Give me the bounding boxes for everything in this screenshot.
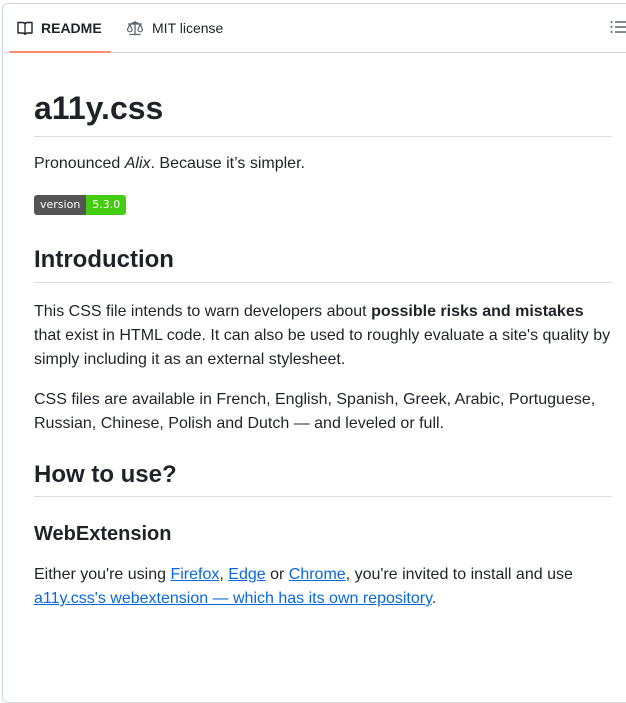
- readme-tab-bar: README MIT license: [3, 4, 626, 53]
- outline-toggle-button[interactable]: [609, 18, 626, 38]
- pronounced-suffix: . Because it’s simpler.: [150, 155, 305, 172]
- how-to-use-divider: [34, 496, 612, 497]
- link-chrome[interactable]: Chrome: [289, 566, 346, 583]
- link-firefox[interactable]: Firefox: [170, 566, 219, 583]
- intro-paragraph-2: CSS files are available in French, Engli…: [34, 391, 596, 432]
- law-scale-icon: [126, 20, 144, 36]
- badge-label: version: [34, 195, 87, 215]
- heading-introduction: Introduction: [34, 246, 174, 273]
- link-edge[interactable]: Edge: [228, 566, 265, 583]
- readme-title: a11y.css: [34, 90, 164, 126]
- tab-readme[interactable]: README: [17, 4, 102, 52]
- badge-value: 5.3.0: [86, 195, 127, 215]
- version-badge[interactable]: version 5.3.0: [34, 195, 127, 215]
- webext-comma: ,: [219, 566, 229, 583]
- tab-readme-label: README: [41, 20, 102, 36]
- book-icon: [17, 20, 33, 36]
- tab-license[interactable]: MIT license: [126, 4, 223, 52]
- intro-paragraph-1: This CSS file intends to warn developers…: [34, 300, 614, 372]
- link-webextension-repo[interactable]: a11y.css's webextension — which has its …: [34, 590, 432, 607]
- webext-period: .: [431, 590, 437, 607]
- title-divider: [34, 136, 612, 137]
- pronounced-prefix: Pronounced: [34, 155, 125, 172]
- tab-license-label: MIT license: [152, 20, 224, 36]
- heading-webextension: WebExtension: [34, 523, 172, 545]
- introduction-divider: [34, 282, 612, 283]
- intro-p1-bold: possible risks and mistakes: [371, 303, 584, 320]
- webext-p-start: Either you're using: [34, 566, 171, 583]
- list-unordered-icon: [609, 21, 626, 40]
- intro-p1-end: that exist in HTML code. It can also be …: [34, 327, 611, 368]
- intro-p1-start: This CSS file intends to warn developers…: [34, 303, 372, 320]
- pronounced-name: Alix: [124, 155, 151, 172]
- pronounced-text: Pronounced Alix. Because it’s simpler.: [34, 152, 614, 176]
- readme-panel: README MIT license a11y.css Pronounced A…: [2, 3, 626, 703]
- webextension-paragraph: Either you're using Firefox, Edge or Chr…: [34, 563, 614, 611]
- active-tab-indicator: [9, 51, 111, 53]
- webext-p-middle: , you're invited to install and use: [345, 566, 573, 583]
- webext-or: or: [265, 566, 289, 583]
- heading-how-to-use: How to use?: [34, 461, 177, 488]
